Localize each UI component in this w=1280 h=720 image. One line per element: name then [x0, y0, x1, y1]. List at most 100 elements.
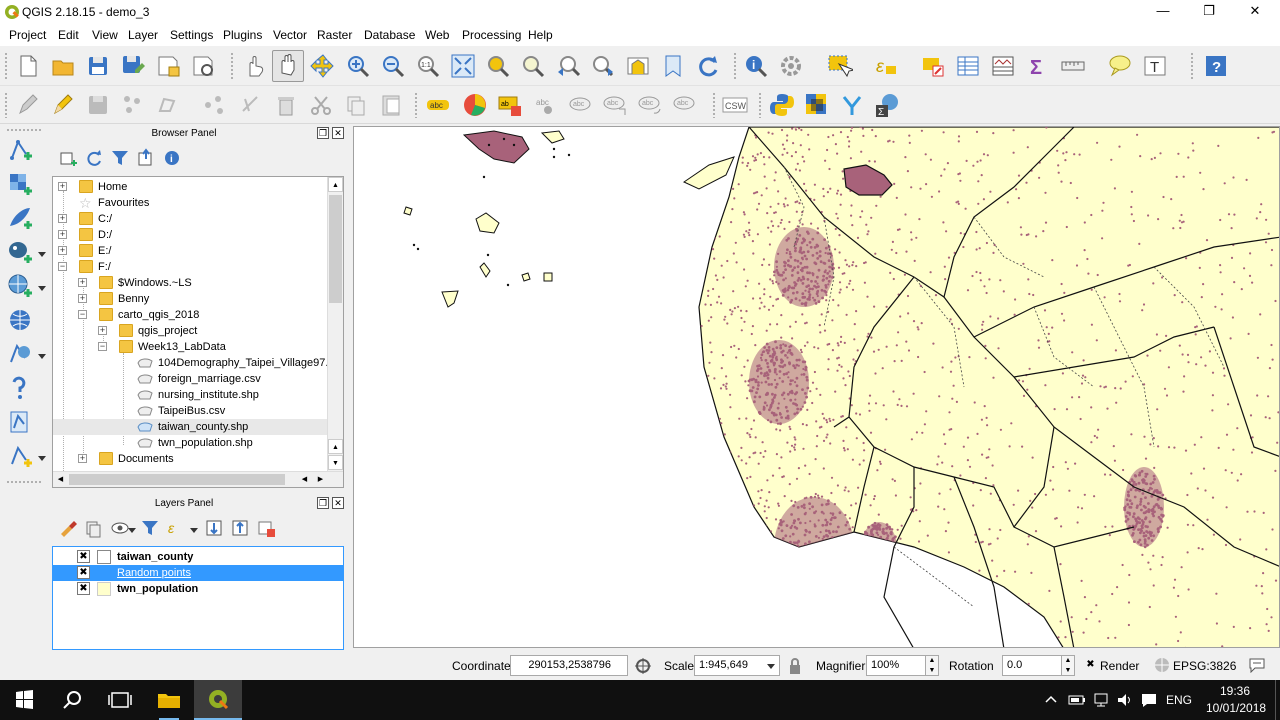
close-button[interactable]: ✕ [1232, 0, 1278, 24]
filter-legend-icon[interactable] [140, 518, 160, 538]
tree-item-file[interactable]: nursing_institute.shp [53, 387, 343, 403]
menu-project[interactable]: Project [9, 28, 46, 42]
coordinate-field[interactable]: 290153,2538796 [510, 655, 628, 676]
python-console-icon[interactable] [768, 91, 796, 119]
new-print-composer-icon[interactable] [154, 52, 182, 80]
tree-item-file[interactable]: twn_population.shp [53, 435, 343, 451]
tree-item-file[interactable]: 104Demography_Taipei_Village97.sl [53, 355, 343, 371]
tree-item-e-drive[interactable]: + E:/ [53, 243, 343, 259]
expand-all-icon[interactable] [204, 518, 224, 538]
tree-item-c-drive[interactable]: + C:/ [53, 211, 343, 227]
network-analysis-icon[interactable] [838, 91, 866, 119]
tree-item-d-drive[interactable]: + D:/ [53, 227, 343, 243]
chevron-down-icon[interactable] [38, 250, 46, 258]
filter-icon[interactable] [110, 148, 130, 168]
messages-icon[interactable] [1248, 657, 1266, 673]
pan-map-icon[interactable] [272, 50, 304, 82]
scroll-right-icon[interactable]: ▶ [313, 472, 328, 487]
chevron-down-icon[interactable] [128, 526, 136, 534]
tree-item-windows-ls[interactable]: + $Windows.~LS [53, 275, 343, 291]
zoom-to-selection-icon[interactable] [484, 52, 512, 80]
chevron-up-icon[interactable] [1044, 693, 1058, 707]
refresh-icon[interactable] [694, 52, 722, 80]
run-feature-action-icon[interactable] [777, 52, 805, 80]
add-selected-layers-icon[interactable] [58, 148, 78, 168]
add-virtual-layer-icon[interactable] [6, 374, 34, 402]
task-view-icon[interactable] [96, 680, 144, 720]
open-styling-panel-icon[interactable] [58, 518, 78, 538]
menu-processing[interactable]: Processing [462, 28, 521, 42]
browser-vertical-scrollbar[interactable]: ▲ ▲ ▼ [327, 177, 343, 471]
field-calculator-icon[interactable] [989, 52, 1017, 80]
add-postgis-layer-icon[interactable] [6, 238, 34, 266]
pan-to-selection-icon[interactable] [309, 52, 337, 80]
crs-label[interactable]: EPSG:3826 [1173, 659, 1236, 673]
filter-by-expression-icon[interactable]: ε [166, 518, 186, 538]
measure-line-icon[interactable] [1059, 52, 1087, 80]
tree-item-f-drive[interactable]: − F:/ [53, 259, 343, 275]
maximize-button[interactable]: ❐ [1186, 0, 1232, 24]
zoom-to-layer-icon[interactable] [519, 52, 547, 80]
rotation-spinner[interactable]: ▲ ▼ [1061, 655, 1075, 676]
delete-selected-icon[interactable] [237, 91, 265, 119]
volume-icon[interactable] [1116, 692, 1134, 708]
chevron-down-icon[interactable] [38, 454, 46, 462]
tree-item-carto-qgis-2018[interactable]: − carto_qgis_2018 [53, 307, 343, 323]
new-shapefile-layer-icon[interactable] [6, 442, 34, 470]
layer-labeling-icon[interactable]: abc [424, 91, 452, 119]
toolbar-grip[interactable] [6, 480, 42, 484]
toolbar-grip[interactable] [733, 52, 737, 80]
menu-view[interactable]: View [92, 28, 118, 42]
add-oracle-layer-icon[interactable] [6, 408, 34, 436]
file-explorer-icon[interactable] [145, 680, 193, 720]
highlight-pinned-labels-icon[interactable]: ab [496, 91, 524, 119]
layer-visibility-checkbox[interactable]: ✖ [77, 550, 90, 563]
csw-icon[interactable]: CSW [721, 91, 749, 119]
qgis-cloud-icon[interactable] [803, 91, 831, 119]
chevron-down-icon[interactable] [38, 284, 46, 292]
minimize-button[interactable]: — [1140, 0, 1186, 24]
float-panel-icon[interactable]: ❐ [317, 127, 329, 139]
collapse-all-icon[interactable] [136, 148, 156, 168]
qgis-taskbar-icon[interactable] [194, 680, 242, 720]
cut-features-icon[interactable] [307, 91, 335, 119]
composer-manager-icon[interactable] [189, 52, 217, 80]
crs-globe-icon[interactable] [1154, 657, 1170, 673]
manage-map-themes-icon[interactable] [110, 518, 130, 538]
open-project-icon[interactable] [49, 52, 77, 80]
menu-vector[interactable]: Vector [273, 28, 307, 42]
zoom-out-icon[interactable] [379, 52, 407, 80]
toolbar-grip[interactable] [6, 128, 42, 132]
network-icon[interactable] [1092, 692, 1110, 708]
map-canvas[interactable] [353, 126, 1280, 648]
toolbar-grip[interactable] [230, 52, 234, 80]
tree-item-file[interactable]: foreign_marriage.csv [53, 371, 343, 387]
text-annotation-icon[interactable]: T [1141, 52, 1169, 80]
save-layer-edits-icon[interactable] [84, 91, 112, 119]
refresh-icon[interactable] [84, 148, 104, 168]
tree-item-qgis-project[interactable]: + qgis_project [53, 323, 343, 339]
input-language[interactable]: ENG [1166, 693, 1192, 707]
rotation-field[interactable]: 0.0 [1002, 655, 1062, 676]
tree-item-week13-labdata[interactable]: − Week13_LabData [53, 339, 343, 355]
layer-row-twn-population[interactable]: ✖ twn_population [53, 581, 343, 597]
menu-web[interactable]: Web [425, 28, 449, 42]
menu-database[interactable]: Database [364, 28, 415, 42]
windows-start-icon[interactable] [0, 680, 48, 720]
scroll-thumb[interactable] [329, 195, 342, 303]
collapse-all-icon[interactable] [230, 518, 250, 538]
zoom-next-icon[interactable] [589, 52, 617, 80]
toggle-extents-icon[interactable] [634, 657, 652, 675]
select-features-icon[interactable] [825, 52, 853, 80]
zoom-in-icon[interactable] [344, 52, 372, 80]
close-panel-icon[interactable]: ✕ [332, 497, 344, 509]
trash-icon[interactable] [272, 91, 300, 119]
chevron-down-icon[interactable] [767, 662, 775, 670]
show-hide-labels-icon[interactable]: abc [566, 91, 594, 119]
toolbar-grip[interactable] [712, 92, 716, 118]
move-feature-icon[interactable] [154, 91, 182, 119]
scroll-left-icon[interactable]: ◀ [297, 472, 312, 487]
identify-features-icon[interactable]: i [742, 52, 770, 80]
render-checkbox[interactable]: ✖ [1084, 658, 1097, 671]
toggle-editing-icon[interactable] [49, 91, 77, 119]
